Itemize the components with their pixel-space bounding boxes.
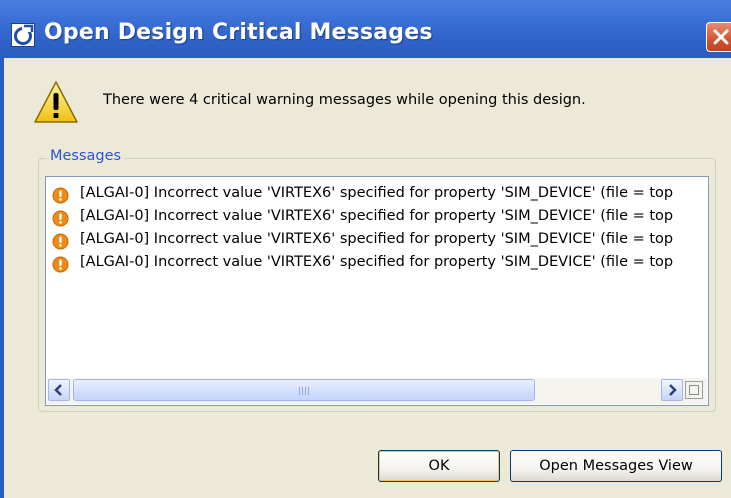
ok-button[interactable]: OK — [378, 450, 500, 482]
message-text: [ALGAI-0] Incorrect value 'VIRTEX6' spec… — [80, 185, 674, 201]
messages-group-label: Messages — [47, 148, 125, 164]
critical-warning-icon — [52, 233, 69, 250]
scroll-right-button[interactable] — [661, 379, 683, 401]
corner-box-icon[interactable] — [685, 381, 703, 399]
app-logo-icon — [11, 23, 35, 47]
scroll-left-button[interactable] — [48, 379, 70, 401]
open-messages-view-button[interactable]: Open Messages View — [510, 450, 722, 482]
chevron-left-icon — [54, 384, 62, 396]
critical-warning-icon — [52, 256, 69, 273]
window-title: Open Design Critical Messages — [44, 20, 433, 45]
messages-list[interactable]: [ALGAI-0] Incorrect value 'VIRTEX6' spec… — [45, 176, 709, 406]
dialog-window: Open Design Critical Messages There were… — [0, 0, 731, 498]
warning-triangle-icon — [34, 81, 78, 123]
message-text: [ALGAI-0] Incorrect value 'VIRTEX6' spec… — [80, 208, 674, 224]
message-text: [ALGAI-0] Incorrect value 'VIRTEX6' spec… — [80, 231, 674, 247]
critical-warning-icon — [52, 210, 69, 227]
critical-warning-icon — [52, 187, 69, 204]
message-text: [ALGAI-0] Incorrect value 'VIRTEX6' spec… — [80, 254, 674, 270]
summary-message: There were 4 critical warning messages w… — [103, 92, 586, 108]
horizontal-scrollbar[interactable] — [47, 378, 707, 404]
close-icon — [713, 29, 729, 45]
list-item[interactable]: [ALGAI-0] Incorrect value 'VIRTEX6' spec… — [52, 230, 708, 252]
list-item[interactable]: [ALGAI-0] Incorrect value 'VIRTEX6' spec… — [52, 207, 708, 229]
title-bar[interactable]: Open Design Critical Messages — [0, 0, 731, 58]
chevron-right-icon — [669, 384, 677, 396]
close-button[interactable] — [706, 22, 731, 52]
list-item[interactable]: [ALGAI-0] Incorrect value 'VIRTEX6' spec… — [52, 253, 708, 275]
list-item[interactable]: [ALGAI-0] Incorrect value 'VIRTEX6' spec… — [52, 184, 708, 206]
scrollbar-thumb[interactable] — [73, 379, 535, 401]
scrollbar-grip — [299, 387, 311, 395]
window-frame-left — [0, 58, 4, 498]
